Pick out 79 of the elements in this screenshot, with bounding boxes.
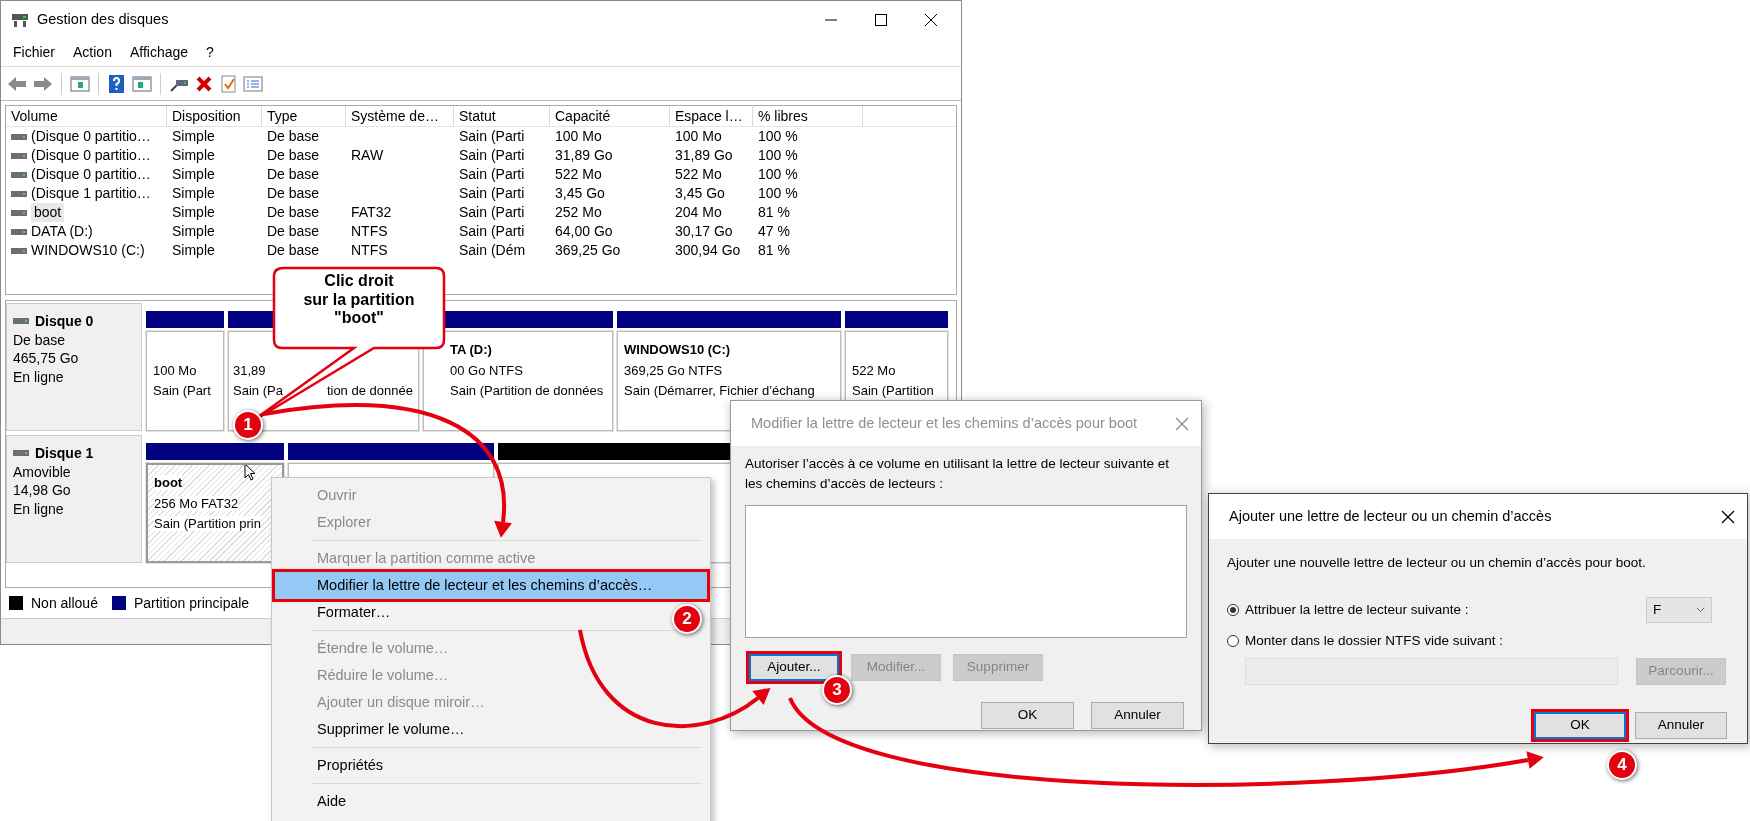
- legend-label: Non alloué: [31, 593, 98, 613]
- disk-type: De base: [13, 330, 67, 349]
- table-cell-text: RAW: [350, 146, 385, 165]
- table-cell-text: Sain (Parti: [458, 184, 526, 203]
- table-cell-text: 100 %: [757, 165, 799, 184]
- table-cell-text: 100 Mo: [554, 127, 603, 146]
- table-cell-text: NTFS: [350, 241, 389, 260]
- table-cell-text: 31,89 Go: [554, 146, 614, 165]
- table-cell-text: 100 %: [757, 146, 799, 165]
- table-cell-text: 31,89 Go: [674, 146, 734, 165]
- partition-size: 31,89: [233, 362, 266, 378]
- step-badge: 4: [1607, 750, 1637, 780]
- partition-size: 00 Go NTFS: [450, 362, 523, 378]
- disk-state: En ligne: [13, 367, 65, 386]
- table-cell-text: 64,00 Go: [554, 222, 614, 241]
- table-cell-text: Sain (Dém: [458, 241, 527, 260]
- table-cell-text: 3,45 Go: [674, 184, 726, 203]
- table-cell-text: 81 %: [757, 241, 791, 260]
- tooltip-text: Clic droit sur la partition "boot": [302, 272, 416, 328]
- dialog-description: Autoriser l’accès à ce volume en utilisant la lettre de lecteur suivante et les chemins d’accès de lecteurs :: [745, 455, 1170, 494]
- table-cell-text: Sain (Parti: [458, 127, 526, 146]
- table-cell-text: Sain (Parti: [458, 146, 526, 165]
- table-cell-text: Simple: [171, 203, 216, 222]
- table-cell-text: 100 %: [757, 127, 799, 146]
- partition-name: boot: [154, 475, 183, 490]
- table-cell-text: 522 Mo: [674, 165, 723, 184]
- table-cell-text: 204 Mo: [674, 203, 723, 222]
- table-cell-text: Simple: [171, 184, 216, 203]
- table-cell-text: 522 Mo: [554, 165, 603, 184]
- partition-size: 256 Mo FAT32: [154, 495, 239, 511]
- partition-status: Sain (Pa: [233, 383, 283, 398]
- partition-status: Sain (Part: [153, 383, 211, 398]
- table-cell-text: Simple: [171, 146, 216, 165]
- table-cell-text: NTFS: [350, 222, 389, 241]
- table-cell-text: 300,94 Go: [674, 241, 742, 260]
- dialog-description: Ajouter une nouvelle lettre de lecteur ou un chemin d’accès pour boot.: [1227, 554, 1647, 572]
- table-cell-text: De base: [266, 203, 321, 222]
- table-cell-text: Simple: [171, 127, 216, 146]
- table-cell-text: 100 Mo: [674, 127, 723, 146]
- dropdown-value: F: [1653, 601, 1662, 620]
- partition-name: WINDOWS10 (C:): [624, 342, 731, 357]
- table-cell-text: De base: [266, 222, 321, 241]
- table-cell-text: 100 %: [757, 184, 799, 203]
- partition-size: 100 Mo: [153, 362, 197, 378]
- table-cell-text: De base: [266, 241, 321, 260]
- table-cell-text: 30,17 Go: [674, 222, 734, 241]
- disk-type: Amovible: [13, 462, 72, 481]
- partition-name: TA (D:): [450, 342, 492, 357]
- dialog-title: Ajouter une lettre de lecteur ou un chemin d’accès: [1229, 506, 1552, 526]
- window-title: Gestion des disques: [37, 10, 169, 30]
- table-cell-text: De base: [266, 165, 321, 184]
- table-cell-text: Simple: [171, 222, 216, 241]
- table-cell-text: 3,45 Go: [554, 184, 606, 203]
- table-cell-text: De base: [266, 127, 321, 146]
- partition-size: 369,25 Go NTFS: [624, 362, 723, 378]
- partition-status: Sain (Partition de données: [450, 383, 604, 398]
- legend-label: Partition principale: [133, 593, 250, 613]
- disk-size: 14,98 Go: [13, 481, 72, 500]
- table-cell-text: 369,25 Go: [554, 241, 622, 260]
- disk-size: 465,75 Go: [13, 349, 80, 368]
- partition-status: tion de donnée: [326, 383, 413, 398]
- table-cell-text: Sain (Parti: [458, 165, 526, 184]
- disk-state: En ligne: [13, 499, 65, 518]
- disk-name: Disque 1: [35, 444, 94, 463]
- partition-status: Sain (Démarrer, Fichier d’échang: [624, 383, 815, 398]
- partition-size: 522 Mo: [852, 362, 896, 378]
- table-cell-text: Sain (Parti: [458, 222, 526, 241]
- partition-status: Sain (Partition: [852, 383, 934, 398]
- table-cell-text: Simple: [171, 165, 216, 184]
- table-cell-text: De base: [266, 184, 321, 203]
- table-cell-text: FAT32: [350, 203, 393, 222]
- table-cell-text: 252 Mo: [554, 203, 603, 222]
- partition-status: Sain (Partition prin: [154, 516, 261, 531]
- table-cell-text: De base: [266, 146, 321, 165]
- table-cell-text: 47 %: [757, 222, 791, 241]
- table-cell-text: Sain (Parti: [458, 203, 526, 222]
- table-cell-text: 81 %: [757, 203, 791, 222]
- disk-name: Disque 0: [35, 312, 94, 331]
- table-cell-text: Simple: [171, 241, 216, 260]
